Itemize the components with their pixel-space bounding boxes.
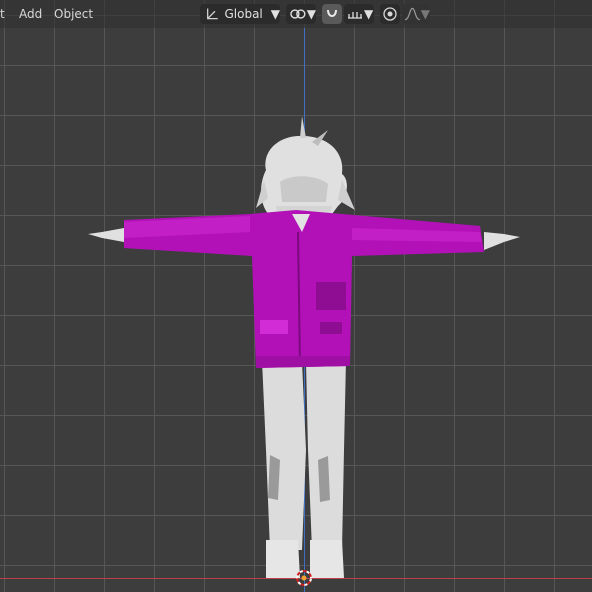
- increment-snap-icon: [348, 12, 362, 19]
- magnet-icon: [327, 9, 337, 17]
- chevron-down-icon: ▼: [420, 7, 430, 21]
- proportional-edit-icon: [383, 7, 397, 21]
- menu-object[interactable]: Object: [54, 7, 93, 21]
- link-pivot-icon: [290, 9, 306, 19]
- orientation-axes-icon: [207, 8, 218, 20]
- snap-element-dropdown[interactable]: ▼: [344, 4, 374, 24]
- character-jacket: [124, 210, 484, 368]
- proportional-edit-toggle[interactable]: [380, 4, 400, 24]
- 3d-cursor-icon[interactable]: [294, 568, 314, 588]
- transform-orientation-value: Global: [224, 7, 263, 21]
- transform-orientation-dropdown[interactable]: Global ▼: [200, 4, 280, 24]
- chevron-down-icon: ▼: [364, 7, 374, 21]
- chevron-down-icon: ▼: [306, 7, 316, 21]
- snap-target-dropdown[interactable]: ▼: [286, 4, 316, 24]
- chevron-down-icon: ▼: [270, 7, 280, 21]
- viewport-header: t Add Object Global ▼ ▼ ▼ ▼: [0, 0, 592, 28]
- character-model[interactable]: [80, 110, 540, 590]
- falloff-curve-icon: [404, 7, 421, 21]
- character-legs: [262, 360, 346, 578]
- menu-select[interactable]: t: [0, 7, 5, 21]
- snap-toggle[interactable]: [322, 4, 342, 24]
- menu-add[interactable]: Add: [19, 7, 42, 21]
- falloff-dropdown[interactable]: ▼: [402, 4, 430, 24]
